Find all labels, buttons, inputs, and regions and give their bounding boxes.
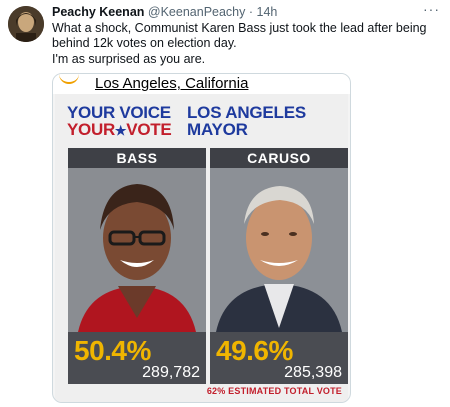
tweet-text: What a shock, Communist Karen Bass just … <box>52 21 444 67</box>
tweet-media-image[interactable]: Los Angeles, California YOUR VOICE YOUR★… <box>52 73 351 403</box>
more-dots-icon[interactable]: ··· <box>423 1 440 17</box>
location-label: Los Angeles, California <box>95 75 249 92</box>
candidate-votes: 289,782 <box>142 364 200 381</box>
candidate-name: BASS <box>68 148 206 168</box>
avatar[interactable] <box>8 6 44 42</box>
election-graphic: YOUR VOICE YOUR★VOTE LOS ANGELES MAYOR B… <box>55 94 348 402</box>
candidate-percent: 49.6% <box>216 335 293 366</box>
header-separator: · <box>248 5 254 19</box>
location-bar: Los Angeles, California <box>53 74 350 94</box>
tweet-text-line: I'm as surprised as you are. <box>52 51 206 66</box>
candidate-stats: 49.6% 285,398 <box>210 332 348 384</box>
arc-decoration <box>59 74 79 84</box>
tweet-text-line: What a shock, Communist Karen Bass just … <box>52 21 427 51</box>
timestamp[interactable]: 14h <box>257 5 278 19</box>
race-line1: LOS ANGELES <box>187 103 307 122</box>
brand-line2-a: YOUR <box>67 120 115 139</box>
candidate-votes: 285,398 <box>284 364 342 381</box>
author-handle[interactable]: @KeenanPeachy <box>148 5 245 19</box>
brand-line1: YOUR VOICE <box>67 103 171 122</box>
brand-line2: YOUR★VOTE <box>67 120 172 139</box>
race-line2: MAYOR <box>187 120 248 139</box>
candidate-photo <box>210 168 348 332</box>
your-voice-logo: YOUR VOICE YOUR★VOTE <box>67 103 172 139</box>
tweet-header: Peachy Keenan @KeenanPeachy · 14h <box>52 5 277 20</box>
caruso-portrait-icon <box>210 168 348 332</box>
avatar-portrait-icon <box>8 6 44 42</box>
candidate-percent: 50.4% <box>74 335 151 366</box>
candidate-panel-caruso: CARUSO 49.6% 285,398 <box>210 148 348 384</box>
star-icon: ★ <box>114 123 127 138</box>
candidate-name: CARUSO <box>210 148 348 168</box>
candidate-panel-bass: BASS 50.4% 289,782 <box>68 148 206 384</box>
candidate-stats: 50.4% 289,782 <box>68 332 206 384</box>
race-title: LOS ANGELES MAYOR <box>187 104 306 138</box>
candidate-photo <box>68 168 206 332</box>
estimated-vote-note: 62% ESTIMATED TOTAL VOTE <box>206 386 342 396</box>
brand-line2-b: VOTE <box>126 120 172 139</box>
bass-portrait-icon <box>68 168 206 332</box>
author-name[interactable]: Peachy Keenan <box>52 5 144 19</box>
